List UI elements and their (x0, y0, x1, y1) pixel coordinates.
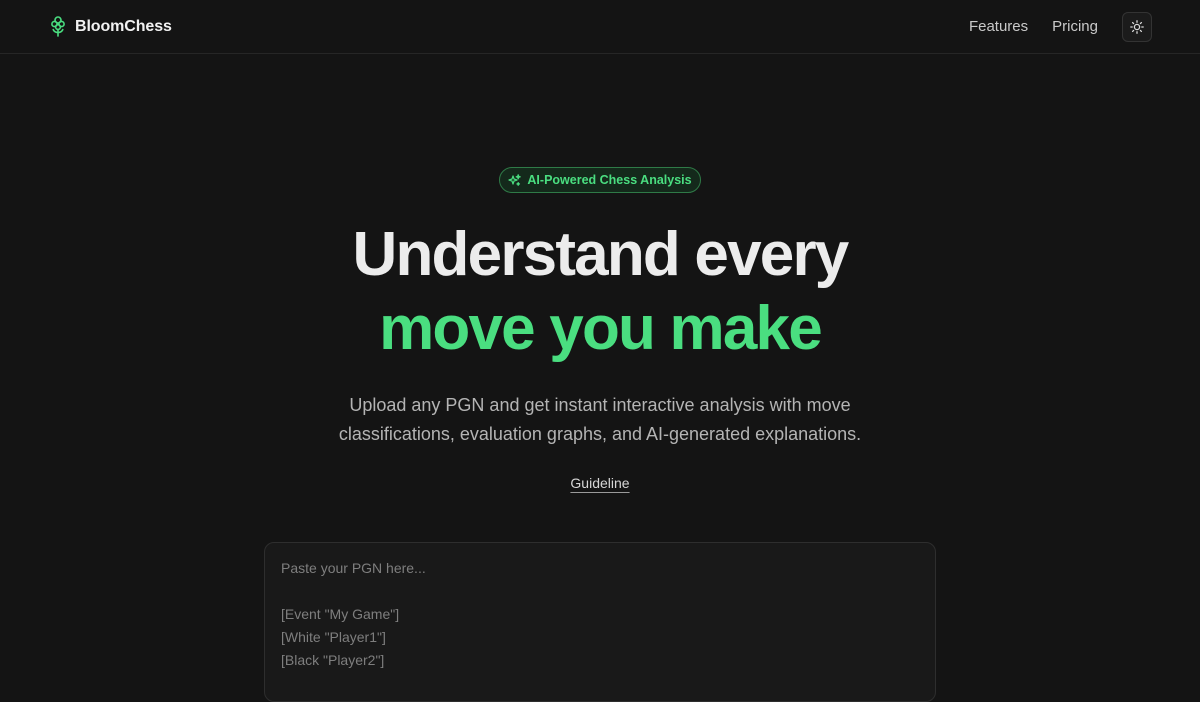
hero-subtitle: Upload any PGN and get instant interacti… (0, 391, 1200, 449)
flower-icon (51, 16, 65, 37)
brand-name: BloomChess (75, 17, 172, 35)
nav-link-pricing[interactable]: Pricing (1052, 12, 1098, 42)
theme-toggle-button[interactable] (1122, 12, 1152, 42)
hero-title-line-2-highlight: move you make (379, 294, 823, 363)
hero-subtitle-line-1: Upload any PGN and get instant interacti… (349, 395, 851, 415)
nav-link-features[interactable]: Features (969, 12, 1028, 42)
hero-title-line-1: Understand every (352, 220, 850, 289)
hero-title: Understand every move you make (0, 218, 1200, 366)
ai-analysis-badge: AI-Powered Chess Analysis (499, 167, 701, 193)
nav-links: Features Pricing (969, 12, 1152, 42)
sparkles-icon (508, 173, 522, 186)
guideline-link[interactable]: Guideline (570, 475, 629, 491)
brand-logo-link[interactable]: BloomChess (50, 16, 172, 37)
top-navbar: BloomChess Features Pricing (0, 0, 1200, 54)
sun-icon (1130, 20, 1144, 34)
pgn-placeholder-line: [White "Player1"] (281, 629, 386, 645)
pgn-placeholder-line: Paste your PGN here... (281, 560, 426, 576)
pgn-placeholder-line: [Event "My Game"] (281, 606, 400, 622)
pgn-input-textarea[interactable]: Paste your PGN here... [Event "My Game"]… (264, 542, 936, 702)
guideline-wrapper: Guideline (0, 475, 1200, 493)
badge-label: AI-Powered Chess Analysis (527, 173, 692, 187)
pgn-placeholder-line: [Black "Player2"] (281, 652, 385, 668)
pgn-placeholder-line (281, 580, 919, 603)
hero-subtitle-line-2: classifications, evaluation graphs, and … (338, 424, 862, 444)
